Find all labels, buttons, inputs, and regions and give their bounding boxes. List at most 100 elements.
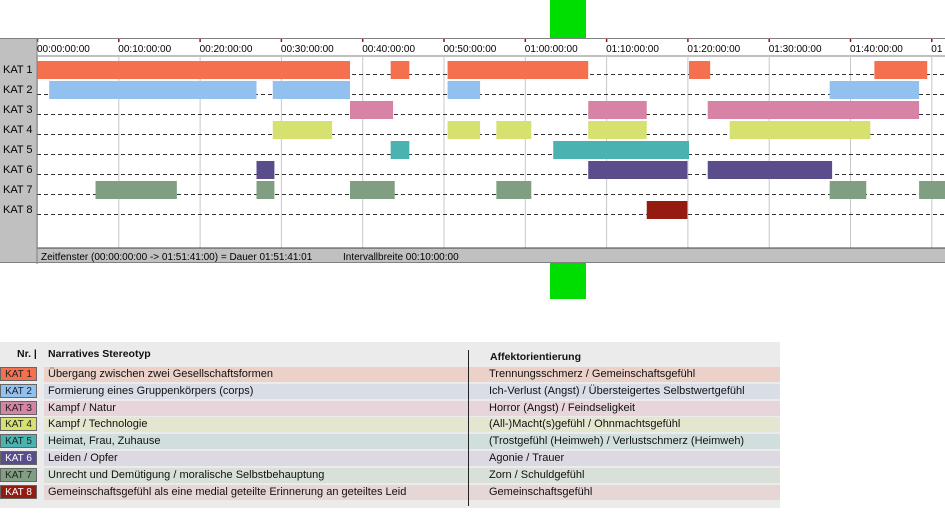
legend-row-divider [468, 467, 469, 483]
tick-label: 01:10:00:00 [606, 44, 659, 55]
legend-row: KAT 8 Gemeinschaftsgefühl als eine medial… [0, 484, 780, 500]
legend-affect: Ich-Verlust (Angst) / Übersteigertes Sel… [489, 384, 745, 397]
legend-affect: Agonie / Trauer [489, 452, 565, 464]
row-label: KAT 1 [3, 64, 33, 76]
legend-stereotype: Kampf / Natur [48, 401, 116, 414]
legend-header-stereotyp: Narratives Stereotyp [48, 348, 151, 360]
tick-label: 01:00:00:00 [525, 44, 578, 55]
timeline-chart: 00:00:00:00 00:10:00:00 00:20:00:00 00:30:0… [3, 39, 945, 264]
timeline-segment [95, 181, 177, 199]
row-label: KAT 7 [3, 184, 33, 196]
legend-stereotype: Formierung eines Gruppenkörpers (corps) [48, 384, 254, 397]
legend-category-tag: KAT 2 [0, 383, 37, 398]
legend-category-tag: KAT 8 [0, 484, 37, 499]
timeline-segment [874, 61, 928, 79]
timeline-segment [37, 61, 351, 79]
legend-row: KAT 1 Übergang zwischen zwei Gesellschaft… [0, 366, 780, 382]
timeline-segment [350, 181, 395, 199]
legend-row-divider [468, 417, 469, 433]
timeline-segment [496, 121, 532, 139]
timeline-segment [49, 81, 257, 99]
legend-row-bar [44, 451, 780, 466]
tick-label: 00:00:00:00 [37, 44, 90, 55]
legend-header-nr: Nr. | [17, 348, 37, 360]
timeline-segment [919, 181, 945, 199]
legend-affect: (All-)Macht(s)gefühl / Ohnmachtsgefühl [489, 418, 681, 431]
legend-category-tag: KAT 6 [0, 451, 37, 465]
timeline-segment [496, 181, 532, 199]
timeline-segment [350, 101, 394, 119]
timeline-segment [272, 81, 351, 99]
legend-row-divider [468, 484, 469, 500]
legend-affect: Zorn / Schuldgefühl [489, 468, 585, 481]
legend-stereotype: Leiden / Opfer [48, 452, 118, 464]
tick-label: 00:50:00:00 [444, 44, 497, 55]
legend-affect: Horror (Angst) / Feindseligkeit [489, 401, 636, 414]
legend-category-tag: KAT 1 [0, 367, 37, 381]
timeline-panel[interactable]: 00:00:00:00 00:10:00:00 00:20:00:00 00:30:0… [0, 38, 945, 264]
timeline-segment [588, 121, 647, 139]
tick-label: 01 [931, 44, 943, 55]
timeline-segment [447, 121, 481, 139]
tick-label: 00:20:00:00 [200, 44, 253, 55]
row-label: KAT 4 [3, 124, 33, 136]
legend-category-tag: KAT 3 [0, 400, 37, 415]
legend-category-tag: KAT 4 [0, 417, 37, 432]
row-label: KAT 8 [3, 204, 33, 216]
row-label: KAT 2 [3, 84, 33, 96]
timeline-segment [646, 201, 688, 219]
tick-label: 00:10:00:00 [118, 44, 171, 55]
timeline-segment [447, 61, 589, 79]
row-label: KAT 6 [3, 164, 33, 176]
timeline-segment [256, 161, 275, 179]
timeline-segment [829, 81, 920, 99]
legend-row: KAT 4 Kampf / Technologie (All-)Macht(s)ge… [0, 416, 780, 433]
timeline-segment [390, 61, 410, 79]
playhead-marker-bottom [550, 263, 586, 299]
timeline-segment [256, 181, 275, 199]
legend-row-divider [468, 451, 469, 466]
legend-stereotype: Kampf / Technologie [48, 418, 148, 431]
legend-stereotype: Heimat, Frau, Zuhause [48, 435, 161, 448]
timeline-segment [447, 81, 481, 99]
tick-label: 01:40:00:00 [850, 44, 903, 55]
legend-stereotype: Unrecht und Demütigung / moralische Selb… [48, 468, 325, 481]
row-label: KAT 3 [3, 104, 33, 116]
legend-category-tag: KAT 7 [0, 467, 37, 482]
legend-row-divider [468, 434, 469, 450]
timeline-segment [729, 121, 871, 139]
legend-affect: Gemeinschaftsgefühl [489, 485, 593, 498]
legend-row-divider [468, 383, 469, 399]
legend-stereotype: Gemeinschaftsgefühl als eine medial gete… [48, 485, 407, 498]
status-zeitfenster: Zeitfenster (00:00:00:00 -> 01:51:41:00)… [41, 252, 313, 263]
legend-stereotype: Übergang zwischen zwei Gesellschaftsform… [48, 368, 273, 380]
timeline-segment [390, 141, 410, 159]
row-label: KAT 5 [3, 144, 33, 156]
timeline-segment [707, 161, 833, 179]
legend-row: KAT 5 Heimat, Frau, Zuhause (Trostgefühl (… [0, 433, 780, 450]
timeline-segment [707, 101, 920, 119]
legend-row: KAT 7 Unrecht und Demütigung / moralische… [0, 467, 780, 483]
legend-row: KAT 3 Kampf / Natur Horror (Angst) / Feind… [0, 400, 780, 416]
timeline-segment [588, 161, 688, 179]
timeline-segment [689, 61, 711, 79]
timeline-segment [829, 181, 867, 199]
tick-label: 00:30:00:00 [281, 44, 334, 55]
legend-affect: Trennungsschmerz / Gemeinschaftsgefühl [489, 368, 696, 380]
timeline-segment [588, 101, 647, 119]
legend-affect: (Trostgefühl (Heimweh) / Verlustschmerz … [489, 435, 745, 448]
status-intervall: Intervallbreite 00:10:00:00 [343, 252, 459, 263]
timeline-segment [272, 121, 333, 139]
legend-row: KAT 2 Formierung eines Gruppenkörpers (co… [0, 383, 780, 399]
legend-category-tag: KAT 5 [0, 434, 37, 449]
tick-label: 01:30:00:00 [769, 44, 822, 55]
category-legend: Nr. | Narratives Stereotyp Affektorienti… [0, 342, 780, 508]
tick-label: 00:40:00:00 [362, 44, 415, 55]
tick-label: 01:20:00:00 [687, 44, 740, 55]
timeline-segment [553, 141, 690, 159]
legend-row: KAT 6 Leiden / Opfer Agonie / Trauer [0, 450, 780, 466]
legend-row-divider [468, 400, 469, 416]
legend-row-divider [468, 367, 469, 382]
legend-row-bar [44, 400, 780, 416]
playhead-marker-top [550, 0, 586, 38]
